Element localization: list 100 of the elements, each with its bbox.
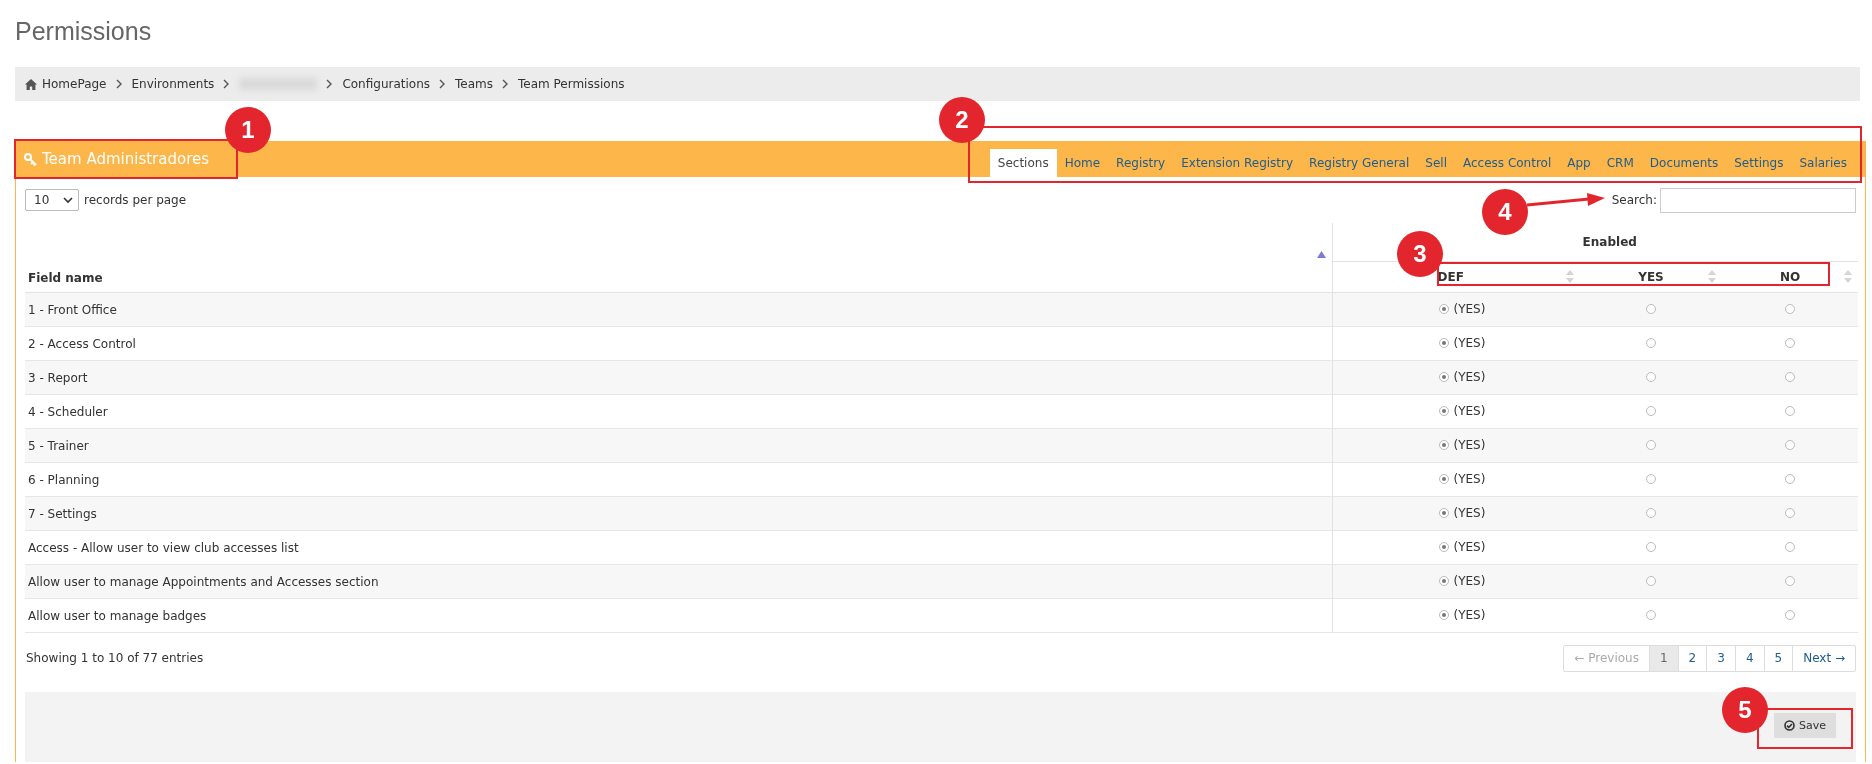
tab[interactable]: Sections [989,149,1057,177]
radio-button[interactable] [1646,609,1656,620]
radio-button[interactable] [1438,508,1449,518]
radio-button[interactable] [1785,473,1795,484]
tab[interactable]: Home [1056,149,1109,177]
panel-title: Team Administradores [16,150,210,168]
sort-ascending-icon [1316,251,1326,258]
radio-button[interactable] [1646,371,1656,382]
radio-button[interactable] [1646,439,1656,450]
tab[interactable]: App [1559,149,1599,177]
radio-button[interactable] [1646,541,1656,552]
radio-label: (YES) [1453,506,1486,520]
radio-label: (YES) [1453,302,1486,316]
breadcrumb-link[interactable]: HomePage [25,77,107,91]
chevron-icon [223,79,231,89]
pagination-link[interactable]: 3 [1706,645,1735,671]
radio-button[interactable] [1785,337,1795,348]
page-title: Permissions [14,16,153,47]
pagination-link[interactable]: 4 [1734,645,1764,671]
sort-icon [1708,270,1716,283]
tab[interactable]: Extension Registry [1173,149,1302,177]
entries-info: Showing 1 to 10 of 77 entries [26,651,204,665]
radio-button[interactable] [1646,575,1656,586]
step-number-badge: 2 [939,97,985,143]
table-cell: 2 - Access Control [25,326,1332,361]
radio-button[interactable] [1438,474,1449,484]
radio-label: (YES) [1453,540,1486,554]
search-field[interactable] [1660,187,1856,213]
step-number-badge: 4 [1482,189,1528,235]
radio-button[interactable] [1438,406,1449,416]
radio-button[interactable] [1785,439,1795,450]
radio-button[interactable] [1438,542,1449,552]
table-cell: 4 - Scheduler [25,394,1332,429]
pagination-link[interactable]: 2 [1677,645,1707,671]
column-header[interactable]: YES [1638,270,1664,284]
radio-button[interactable] [1785,507,1795,518]
radio-button[interactable] [1785,371,1795,382]
step-number-badge: 1 [225,107,271,153]
table-cell: Allow user to manage badges [25,598,1332,633]
radio-label: (YES) [1453,370,1486,384]
tab[interactable]: Documents [1641,149,1727,177]
table-cell: 5 - Trainer [25,428,1332,463]
radio-button[interactable] [1785,303,1795,314]
breadcrumb-link[interactable]: Configurations [342,77,430,91]
table-cell: 1 - Front Office [25,292,1332,327]
home-icon [25,78,37,90]
check-circle-icon [1784,720,1795,731]
tab[interactable]: Access Control [1455,149,1560,177]
radio-button[interactable] [1438,576,1449,586]
key-icon [24,152,37,166]
radio-label: (YES) [1453,472,1486,486]
radio-button[interactable] [1646,405,1656,416]
radio-button[interactable] [1646,303,1656,314]
chevron-icon [502,79,509,89]
radio-button[interactable] [1785,541,1795,552]
chevron-icon [115,79,123,89]
column-header[interactable]: NO [1779,270,1801,284]
page-size-label: records per page [84,193,187,207]
radio-label: (YES) [1453,608,1486,622]
radio-button[interactable] [1785,405,1795,416]
radio-label: (YES) [1453,438,1486,452]
search-label: Search: [1611,193,1657,207]
chevron-icon [439,79,446,89]
radio-button[interactable] [1646,337,1656,348]
tab[interactable]: Registry General [1301,149,1418,177]
radio-button[interactable] [1438,610,1449,620]
table-cell: 3 - Report [25,360,1332,395]
radio-label: (YES) [1453,574,1486,588]
tab[interactable]: Sell [1417,149,1455,177]
breadcrumb-link[interactable]: Teams [455,77,493,91]
chevron-icon [326,79,334,89]
column-header[interactable]: Field name [25,223,1332,293]
page-size-select[interactable]: 10 [25,189,79,211]
radio-button[interactable] [1438,304,1449,314]
radio-button[interactable] [1438,440,1449,450]
breadcrumb-link[interactable]: Team Permissions [518,77,625,91]
radio-label: (YES) [1453,404,1486,418]
sort-icon [1844,270,1852,283]
tab[interactable]: Registry [1108,149,1174,177]
pagination-link[interactable]: 5 [1763,645,1793,671]
radio-button[interactable] [1785,575,1795,586]
table-cell: 6 - Planning [25,462,1332,497]
radio-button[interactable] [1646,473,1656,484]
radio-button[interactable] [1438,372,1449,382]
table-cell: Access - Allow user to view club accesses list [25,530,1332,565]
radio-button[interactable] [1785,609,1795,620]
radio-label: (YES) [1453,336,1486,350]
table-cell: 7 - Settings [25,496,1332,531]
radio-button[interactable] [1438,338,1449,348]
pagination-link[interactable]: 1 [1648,645,1678,671]
tab[interactable]: Salaries [1791,149,1855,177]
tab[interactable]: Settings [1726,149,1792,177]
sort-icon [1566,270,1574,283]
chevron-down-icon [63,196,73,204]
arrow-icon [1527,192,1605,208]
tab[interactable]: CRM [1598,149,1642,177]
save-button[interactable]: Save [1774,713,1836,738]
pagination-link[interactable]: Next → [1792,645,1855,671]
breadcrumb-link[interactable]: Environments [131,77,215,91]
radio-button[interactable] [1646,507,1656,518]
